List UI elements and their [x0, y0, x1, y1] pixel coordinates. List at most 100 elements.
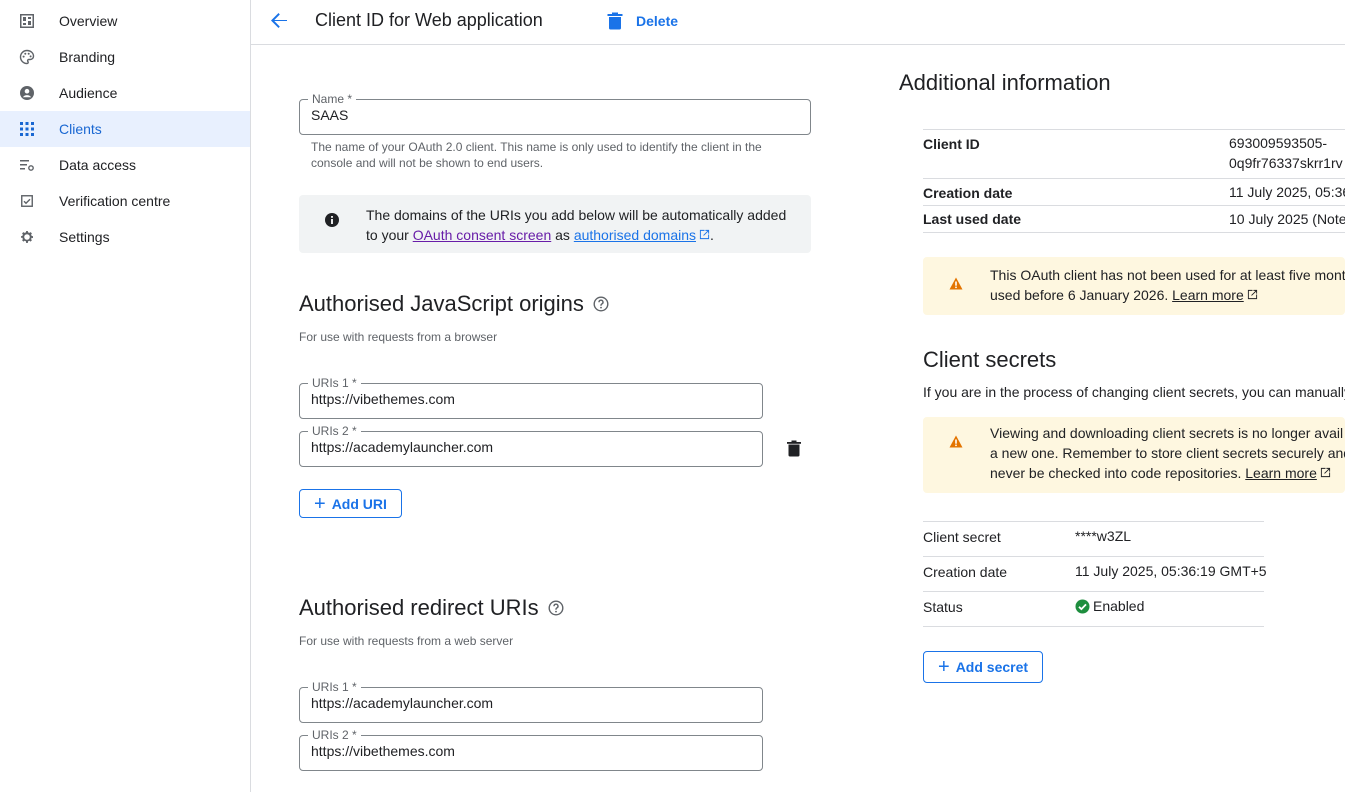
- secrets-warning-line-3-text: never be checked into code repositories.: [990, 465, 1242, 481]
- sidebar-item-label: Audience: [59, 85, 118, 101]
- secret-creation-date-label: Creation date: [923, 564, 1008, 580]
- plus-icon: +: [314, 492, 326, 515]
- sidebar: Overview Branding Audience Clients Data …: [0, 0, 251, 792]
- redirect-uri-1-input[interactable]: [311, 695, 727, 711]
- additional-info-title: Additional information: [899, 70, 1111, 95]
- warning-line-1: This OAuth client has not been used for …: [990, 267, 1345, 283]
- client-id-value-line-1: 693009593505-: [1229, 135, 1328, 151]
- secrets-warning-line-1: Viewing and downloading client secrets i…: [990, 425, 1344, 441]
- client-id-value: 693009593505- 0q9fr76337skrr1rv: [1229, 133, 1343, 173]
- add-secret-button[interactable]: + Add secret: [923, 651, 1044, 683]
- name-field-label: Name *: [308, 92, 357, 106]
- authorised-domains-label: authorised domains: [573, 227, 696, 243]
- js-origin-uri-1-input[interactable]: [311, 391, 727, 407]
- oauth-consent-screen-link[interactable]: OAuth consent screen: [413, 227, 552, 243]
- js-origins-hint: For use with requests from a browser: [299, 330, 498, 344]
- palette-icon: [19, 49, 35, 65]
- secret-creation-date-row: Creation date 11 July 2025, 05:36:19 GMT…: [923, 557, 1267, 592]
- sidebar-item-label: Verification centre: [59, 193, 171, 209]
- sidebar-item-settings[interactable]: Settings: [0, 219, 250, 255]
- person-icon: [19, 85, 35, 101]
- sidebar-item-label: Data access: [59, 157, 137, 173]
- help-icon[interactable]: [593, 296, 609, 312]
- gear-icon: [19, 229, 35, 245]
- plus-icon: +: [938, 656, 950, 678]
- secrets-warning-line-2: a new one. Remember to store client secr…: [990, 445, 1345, 461]
- js-origin-uri-1-field[interactable]: URIs 1 *: [299, 376, 763, 419]
- add-uri-label: Add URI: [331, 495, 387, 512]
- sidebar-item-label: Settings: [59, 229, 110, 245]
- creation-date-value: 11 July 2025, 05:36: [1229, 184, 1345, 200]
- trash-icon: [607, 12, 623, 30]
- last-used-date-label: Last used date: [923, 211, 1022, 227]
- sidebar-item-overview[interactable]: Overview: [0, 3, 250, 39]
- uri-label: URIs 1 *: [308, 680, 361, 694]
- redirect-uris-title-text: Authorised redirect URIs: [299, 595, 539, 620]
- redirect-uris-title: Authorised redirect URIs: [299, 595, 564, 621]
- sidebar-item-label: Branding: [59, 49, 116, 65]
- redirect-uris-hint: For use with requests from a web server: [299, 634, 514, 648]
- client-secret-label: Client secret: [923, 529, 1001, 545]
- dashboard-icon: [19, 13, 35, 29]
- secret-creation-date-value: 11 July 2025, 05:36:19 GMT+5: [1075, 563, 1267, 579]
- client-secret-table: Client secret ****w3ZL Creation date 11 …: [923, 521, 1267, 627]
- data-access-icon: [19, 157, 35, 173]
- redirect-uri-1-field[interactable]: URIs 1 *: [299, 680, 763, 723]
- client-id-row: Client ID 693009593505- 0q9fr76337skrr1r…: [923, 130, 1345, 179]
- warning-icon: [949, 277, 963, 295]
- name-input[interactable]: [311, 107, 770, 123]
- learn-more-link[interactable]: Learn more: [1245, 465, 1331, 481]
- redirect-uri-2-field[interactable]: URIs 2 *: [299, 728, 763, 771]
- page-title: Client ID for Web application: [315, 10, 543, 30]
- client-secrets-warning: Viewing and downloading client secrets i…: [923, 417, 1345, 493]
- domains-info-box: The domains of the URIs you add below wi…: [299, 195, 811, 253]
- js-origin-uri-2-input[interactable]: [311, 439, 727, 455]
- unused-client-warning: This OAuth client has not been used for …: [923, 257, 1345, 315]
- creation-date-row: Creation date 11 July 2025, 05:36: [923, 179, 1345, 206]
- info-text-line-1: The domains of the URIs you add below wi…: [366, 207, 787, 223]
- external-link-icon: [1320, 467, 1330, 478]
- back-button[interactable]: [267, 9, 291, 33]
- authorised-domains-link[interactable]: authorised domains: [574, 227, 710, 243]
- sidebar-item-branding[interactable]: Branding: [0, 39, 250, 75]
- external-link-icon: [1247, 289, 1257, 300]
- learn-more-label: Learn more: [1172, 287, 1244, 303]
- last-used-date-value: 10 July 2025 (Note: [1229, 211, 1345, 227]
- sidebar-item-audience[interactable]: Audience: [0, 75, 250, 111]
- client-id-label: Client ID: [923, 136, 980, 152]
- learn-more-link[interactable]: Learn more: [1172, 287, 1258, 303]
- creation-date-label: Creation date: [923, 185, 1013, 201]
- client-secret-row: Client secret ****w3ZL: [923, 522, 1264, 557]
- client-secrets-description: If you are in the process of changing cl…: [923, 384, 1345, 400]
- arrow-back-icon: [271, 13, 287, 28]
- sidebar-item-verification-centre[interactable]: Verification centre: [0, 183, 250, 219]
- uri-label: URIs 2 *: [308, 728, 361, 742]
- js-origins-title: Authorised JavaScript origins: [299, 291, 609, 317]
- client-secrets-title: Client secrets: [923, 347, 1057, 372]
- check-circle-icon: [1075, 599, 1090, 613]
- learn-more-label: Learn more: [1245, 465, 1317, 481]
- info-text-middle: as: [551, 227, 574, 243]
- delete-label: Delete: [636, 13, 679, 29]
- warning-line-2: used before 6 January 2026. Learn more: [990, 285, 1345, 305]
- redirect-uri-2-input[interactable]: [311, 743, 727, 759]
- status-enabled-text: Enabled: [1093, 598, 1145, 614]
- uri-label: URIs 1 *: [308, 376, 361, 390]
- add-js-origin-uri-button[interactable]: + Add URI: [299, 489, 402, 518]
- delete-button[interactable]: Delete: [607, 9, 678, 33]
- unused-client-warning-text: This OAuth client has not been used for …: [990, 265, 1345, 305]
- client-secret-value: ****w3ZL: [1075, 528, 1132, 544]
- js-origin-uri-2-field[interactable]: URIs 2 *: [299, 424, 763, 467]
- info-icon: [325, 213, 339, 232]
- delete-uri-trash-icon[interactable]: [787, 440, 801, 462]
- client-secrets-warning-text: Viewing and downloading client secrets i…: [990, 423, 1345, 483]
- sidebar-item-clients[interactable]: Clients: [0, 111, 250, 147]
- name-field[interactable]: Name *: [299, 92, 811, 135]
- help-icon[interactable]: [548, 600, 564, 616]
- add-secret-label: Add secret: [955, 659, 1029, 675]
- sidebar-item-label: Overview: [59, 13, 118, 29]
- name-hint-line-1: The name of your OAuth 2.0 client. This …: [311, 140, 762, 154]
- client-id-value-line-2: 0q9fr76337skrr1rv: [1229, 155, 1343, 171]
- uri-label: URIs 2 *: [308, 424, 361, 438]
- sidebar-item-data-access[interactable]: Data access: [0, 147, 250, 183]
